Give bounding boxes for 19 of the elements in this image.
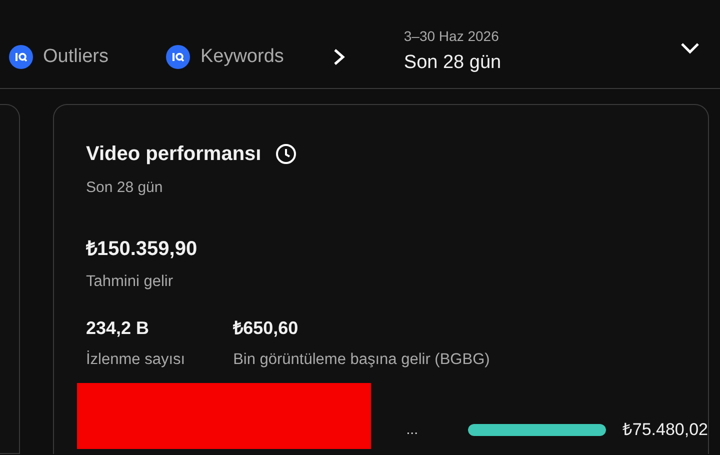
tool-chip[interactable]: Outliers (9, 42, 108, 72)
tool-icon (9, 45, 33, 69)
stat-value: 234,2 B (86, 316, 150, 340)
stat-label: İzlenme sayısı (86, 350, 186, 370)
video-title: ... (406, 421, 418, 438)
card-title: Video performansı (86, 142, 262, 167)
tool-icon (166, 45, 190, 69)
clock-icon[interactable] (275, 143, 298, 165)
chevron-right-icon (332, 46, 346, 67)
chevron-down-icon (680, 42, 700, 54)
tool-chip[interactable]: Keywords (166, 42, 284, 72)
revenue-value: ₺150.359,90 (86, 236, 198, 262)
stat-label: Bin görüntüleme başına gelir (BGBG) (233, 350, 490, 370)
period-text: Son 28 gün (404, 51, 502, 76)
card-subtitle: Son 28 gün (86, 178, 164, 198)
stat-value: ₺650,60 (233, 316, 300, 340)
revenue-label: Tahmini gelir (86, 272, 174, 292)
date-range-text: 3–30 Haz 2026 (404, 27, 500, 46)
video-revenue: ₺75.480,02 (622, 419, 708, 441)
